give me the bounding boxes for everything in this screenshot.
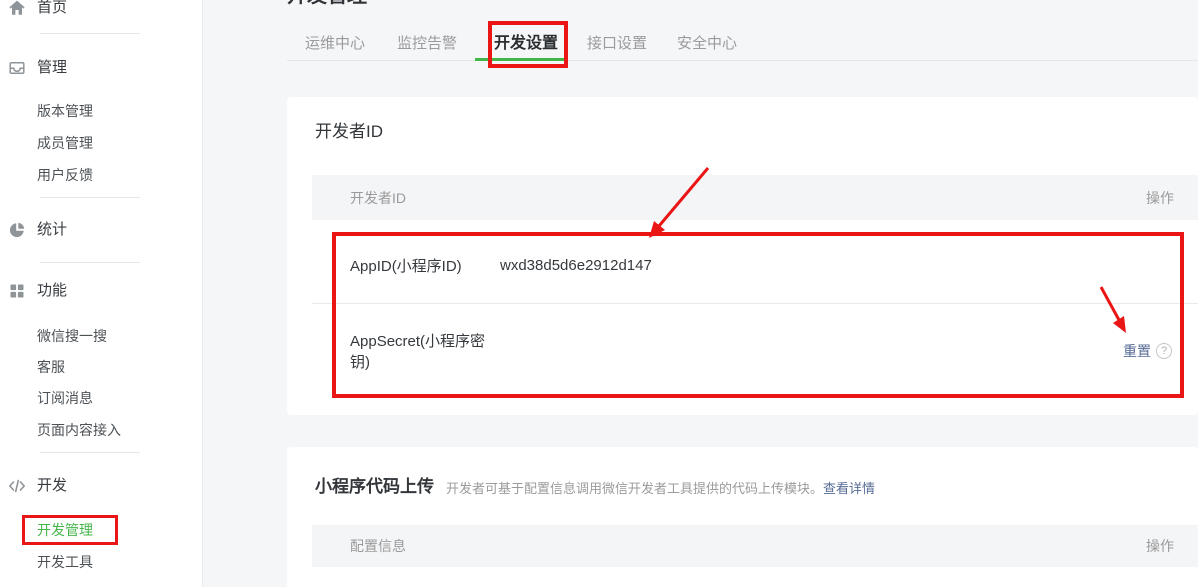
grid-icon bbox=[8, 282, 26, 300]
question-circle-icon[interactable]: ? bbox=[1156, 343, 1172, 359]
tab-bar-divider bbox=[287, 60, 1198, 61]
view-details-link[interactable]: 查看详情 bbox=[823, 478, 875, 497]
sidebar-item-customer-service[interactable]: 客服 bbox=[37, 354, 65, 380]
sidebar-item-label: 开发 bbox=[37, 473, 67, 499]
sidebar-item-statistics[interactable]: 统计 bbox=[0, 217, 202, 243]
table-header-left: 配置信息 bbox=[350, 536, 406, 556]
sidebar-item-home[interactable]: 首页 bbox=[0, 0, 202, 21]
code-upload-description: 开发者可基于配置信息调用微信开发者工具提供的代码上传模块。 bbox=[446, 478, 823, 497]
page-title: 开发管理 bbox=[287, 0, 367, 8]
sidebar-item-manage[interactable]: 管理 bbox=[0, 55, 202, 81]
appid-value: wxd38d5d6e2912d147 bbox=[500, 257, 652, 274]
sidebar-item-features[interactable]: 功能 bbox=[0, 278, 202, 304]
table-header: 开发者ID 操作 bbox=[312, 175, 1198, 220]
tab-api-settings[interactable]: 接口设置 bbox=[587, 34, 647, 54]
sidebar-divider bbox=[40, 262, 140, 263]
sidebar-divider bbox=[40, 452, 140, 453]
tab-develop-settings[interactable]: 开发设置 bbox=[494, 34, 558, 54]
sidebar-item-member-manage[interactable]: 成员管理 bbox=[37, 130, 93, 156]
sidebar-item-develop[interactable]: 开发 bbox=[0, 473, 202, 499]
sidebar: 首页 管理 版本管理 成员管理 用户反馈 统计 功能 微信搜一搜 客服 bbox=[0, 0, 203, 587]
inbox-icon bbox=[8, 59, 26, 77]
tab-security-center[interactable]: 安全中心 bbox=[677, 34, 737, 54]
developer-id-card: 开发者ID 开发者ID 操作 AppID(小程序ID) wxd38d5d6e29… bbox=[287, 97, 1198, 415]
table-row-appid: AppID(小程序ID) wxd38d5d6e2912d147 bbox=[312, 220, 1198, 303]
sidebar-item-label: 功能 bbox=[37, 278, 67, 304]
reset-appsecret-link[interactable]: 重置 bbox=[1123, 341, 1151, 361]
sidebar-item-label: 首页 bbox=[37, 0, 67, 21]
pie-chart-icon bbox=[8, 221, 26, 239]
sidebar-item-develop-manage[interactable]: 开发管理 bbox=[37, 517, 93, 543]
appsecret-label: AppSecret(小程序密钥) bbox=[350, 330, 500, 372]
code-icon bbox=[8, 477, 26, 495]
table-header-right: 操作 bbox=[1146, 188, 1174, 208]
table-row-appsecret: AppSecret(小程序密钥) 重置 ? bbox=[312, 303, 1198, 398]
sidebar-item-page-content-access[interactable]: 页面内容接入 bbox=[37, 417, 121, 443]
sidebar-item-label: 统计 bbox=[37, 217, 67, 243]
sidebar-item-label: 管理 bbox=[37, 55, 67, 81]
tab-monitor-alert[interactable]: 监控告警 bbox=[397, 34, 457, 54]
table-header-right: 操作 bbox=[1146, 536, 1174, 556]
home-icon bbox=[8, 0, 26, 17]
sidebar-divider bbox=[40, 33, 140, 34]
wechat-miniprogram-console: 首页 管理 版本管理 成员管理 用户反馈 统计 功能 微信搜一搜 客服 bbox=[0, 0, 1198, 587]
sidebar-item-wechat-search[interactable]: 微信搜一搜 bbox=[37, 323, 107, 349]
section-title-developer-id: 开发者ID bbox=[315, 121, 383, 143]
sidebar-item-user-feedback[interactable]: 用户反馈 bbox=[37, 162, 93, 188]
sidebar-item-subscribe-message[interactable]: 订阅消息 bbox=[37, 385, 93, 411]
sidebar-divider bbox=[40, 197, 140, 198]
table-header-left: 开发者ID bbox=[350, 188, 406, 208]
sidebar-item-develop-tools[interactable]: 开发工具 bbox=[37, 549, 93, 575]
appid-label: AppID(小程序ID) bbox=[350, 255, 500, 276]
tab-operations-center[interactable]: 运维中心 bbox=[305, 34, 365, 54]
section-title-code-upload: 小程序代码上传 bbox=[315, 476, 434, 498]
sidebar-item-version-manage[interactable]: 版本管理 bbox=[37, 98, 93, 124]
table-header: 配置信息 操作 bbox=[312, 525, 1198, 567]
main-content: 开发管理 运维中心 监控告警 开发设置 接口设置 安全中心 开发者ID 开发者I… bbox=[203, 0, 1198, 587]
code-upload-card: 小程序代码上传 开发者可基于配置信息调用微信开发者工具提供的代码上传模块。 查看… bbox=[287, 447, 1198, 587]
active-tab-underline bbox=[475, 58, 567, 61]
